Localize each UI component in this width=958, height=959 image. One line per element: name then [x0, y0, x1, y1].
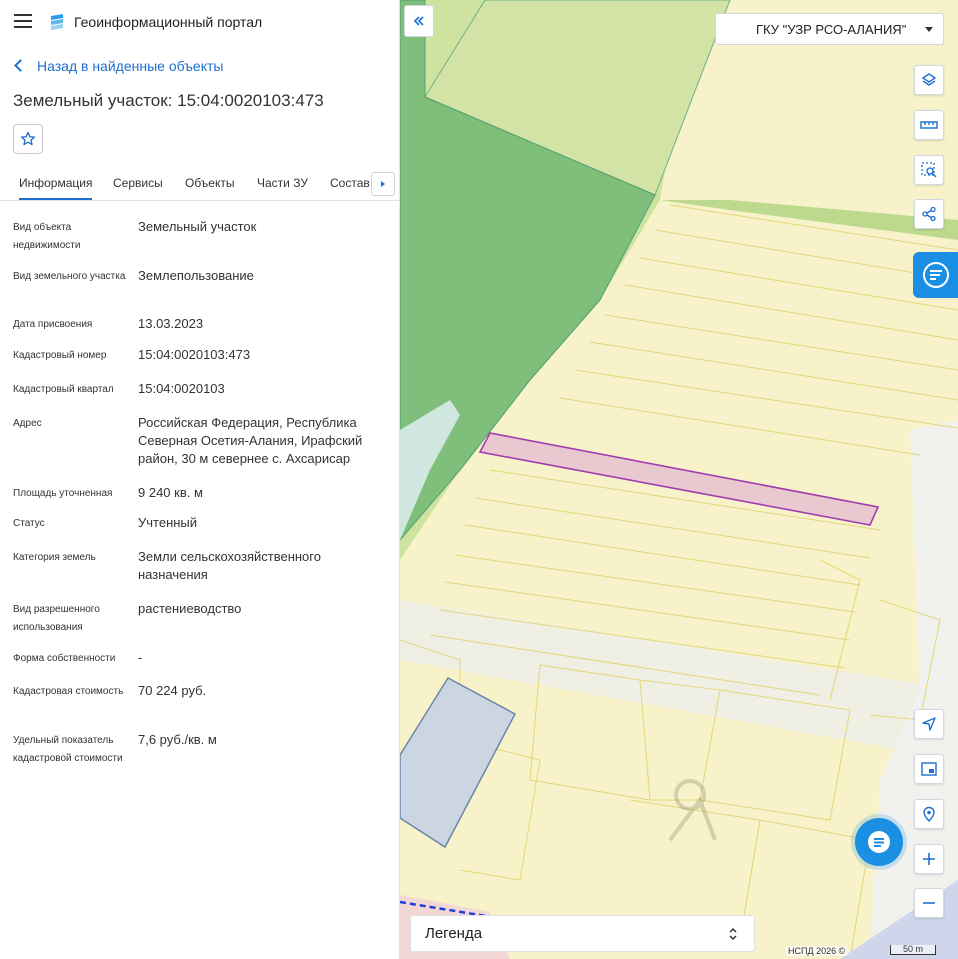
property-value: 9 240 кв. м — [138, 485, 203, 500]
expand-collapse-icon — [729, 927, 737, 941]
share-button[interactable] — [914, 199, 944, 229]
star-icon — [20, 131, 36, 146]
feedback-icon — [922, 262, 949, 288]
property-value: Землепользование — [138, 268, 254, 283]
navigation-arrow-icon — [922, 717, 936, 731]
plus-icon — [923, 853, 935, 865]
layers-icon — [921, 73, 937, 86]
property-value: 13.03.2023 — [138, 316, 204, 331]
back-link-label: Назад в найденные объекты — [37, 58, 224, 74]
property-value: Российская Федерация, Республика Северна… — [138, 415, 363, 466]
my-location-button[interactable] — [914, 709, 944, 739]
property-value: - — [138, 650, 143, 665]
feedback-tab-button[interactable] — [913, 252, 958, 298]
share-icon — [922, 206, 936, 222]
property-label: Категория земель — [13, 552, 96, 563]
location-search-button[interactable] — [914, 799, 944, 829]
property-label: Вид земельного участка — [13, 271, 126, 282]
zoom-out-button[interactable] — [914, 888, 944, 918]
chat-bubble-icon — [868, 831, 890, 853]
tab-objects[interactable]: Объекты — [185, 176, 235, 190]
chevron-down-icon — [925, 27, 933, 32]
property-label: Кадастровая стоимость — [13, 686, 124, 697]
collapse-panel-button[interactable] — [404, 5, 434, 37]
property-label: Удельный показатель кадастровой стоимост… — [13, 735, 123, 764]
top-bar: Геоинформационный портал — [0, 0, 400, 44]
ruler-icon — [920, 121, 938, 129]
favorite-button[interactable] — [13, 124, 43, 154]
back-link[interactable]: Назад в найденные объекты — [14, 58, 224, 74]
property-value: Земли сельскохозяйственного назначения — [138, 549, 321, 582]
property-label: Форма собственности — [13, 653, 116, 664]
legend-panel[interactable]: Легенда — [410, 915, 755, 952]
property-value: растениеводство — [138, 601, 242, 616]
organization-select[interactable]: ГКУ "УЗР РСО-АЛАНИЯ" — [715, 13, 944, 45]
select-area-button[interactable] — [914, 155, 944, 185]
location-pin-icon — [923, 806, 935, 822]
tab-parcel-parts[interactable]: Части ЗУ — [257, 176, 308, 190]
tab-composition[interactable]: Состав — [330, 176, 370, 190]
minus-icon — [923, 902, 935, 904]
tabs-scroll-right-button[interactable] — [371, 172, 395, 196]
legend-label: Легенда — [425, 925, 483, 942]
portal-logo-icon — [51, 14, 63, 30]
minimap-icon — [921, 762, 937, 776]
property-value: 70 224 руб. — [138, 683, 207, 698]
tab-information[interactable]: Информация — [19, 176, 93, 200]
map-attribution: НСПД 2026 © — [786, 946, 848, 956]
property-label: Статус — [13, 518, 45, 529]
property-label: Кадастровый квартал — [13, 384, 114, 395]
tab-services[interactable]: Сервисы — [113, 176, 163, 190]
select-area-icon — [921, 162, 937, 178]
property-value: Земельный участок — [138, 219, 257, 234]
property-label: Кадастровый номер — [13, 350, 107, 361]
property-label: Дата присвоения — [13, 319, 93, 330]
chevron-left-icon — [14, 59, 27, 72]
layers-button[interactable] — [914, 65, 944, 95]
property-label: Адрес — [13, 418, 42, 429]
organization-select-value: ГКУ "УЗР РСО-АЛАНИЯ" — [756, 22, 907, 37]
caret-right-icon — [381, 181, 385, 187]
property-label: Площадь уточненная — [13, 488, 113, 499]
chat-button[interactable] — [855, 818, 903, 866]
tab-bar: Информация Сервисы Объекты Части ЗУ Сост… — [0, 168, 400, 201]
zoom-in-button[interactable] — [914, 844, 944, 874]
property-value: Учтенный — [138, 515, 198, 530]
map-view[interactable]: ГКУ "УЗР РСО-АЛАНИЯ" Легенда НСПД 2026 ©… — [400, 0, 958, 959]
map-canvas[interactable] — [400, 0, 958, 959]
scale-bar: 50 m — [890, 945, 936, 955]
property-value: 7,6 руб./кв. м — [138, 732, 217, 747]
property-value: 15:04:0020103 — [138, 381, 225, 396]
minimap-button[interactable] — [914, 754, 944, 784]
double-chevron-left-icon — [413, 16, 424, 26]
app-title: Геоинформационный портал — [74, 14, 263, 30]
property-label: Вид объекта недвижимости — [13, 222, 81, 251]
info-panel: Геоинформационный портал Назад в найденн… — [0, 0, 400, 959]
menu-icon[interactable] — [14, 14, 32, 28]
property-label: Вид разрешенного использования — [13, 604, 100, 633]
page-title: Земельный участок: 15:04:0020103:473 — [13, 91, 324, 110]
property-value: 15:04:0020103:473 — [138, 347, 251, 362]
measure-button[interactable] — [914, 110, 944, 140]
